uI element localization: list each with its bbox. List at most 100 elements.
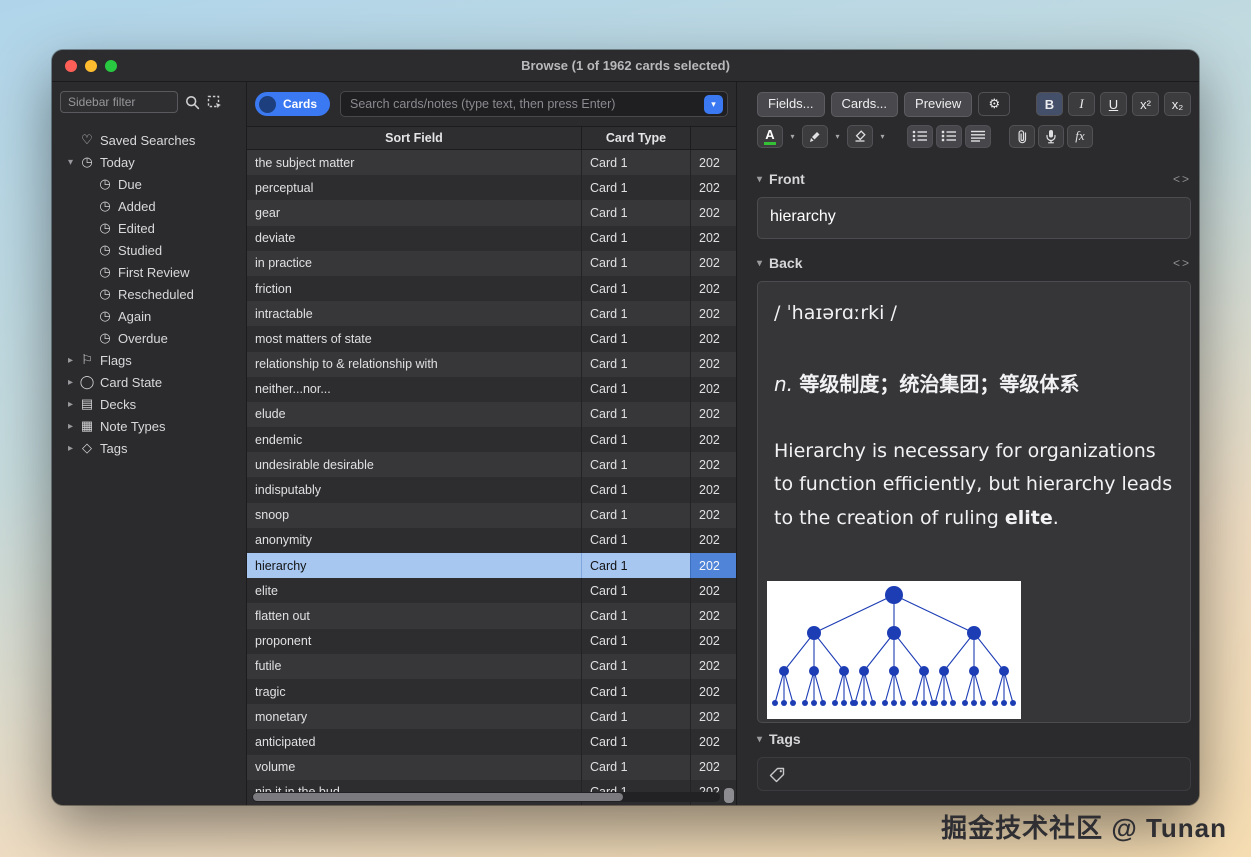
front-field-header[interactable]: ▾ Front <> — [757, 169, 1191, 189]
html-editor-toggle-icon[interactable]: <> — [1173, 172, 1191, 186]
back-field-header[interactable]: ▾ Back <> — [757, 253, 1191, 273]
card-row[interactable]: deviateCard 1202 — [247, 226, 736, 251]
sidebar-item-flags[interactable]: ▸⚐Flags — [52, 349, 246, 371]
card-row[interactable]: undesirable desirableCard 1202 — [247, 452, 736, 477]
cards-notes-toggle[interactable]: Cards — [255, 92, 330, 116]
card-row[interactable]: endemicCard 1202 — [247, 427, 736, 452]
card-row[interactable]: monetaryCard 1202 — [247, 704, 736, 729]
clock-icon: ◷ — [95, 220, 115, 236]
zoom-button[interactable] — [105, 60, 117, 72]
card-row[interactable]: anonymityCard 1202 — [247, 528, 736, 553]
sidebar-item-decks[interactable]: ▸▤Decks — [52, 393, 246, 415]
sidebar-item-rescheduled[interactable]: ◷Rescheduled — [52, 283, 246, 305]
close-button[interactable] — [65, 60, 77, 72]
tags-input[interactable] — [757, 757, 1191, 791]
sidebar-item-edited[interactable]: ◷Edited — [52, 217, 246, 239]
remove-formatting-dropdown[interactable]: ▾ — [876, 125, 889, 148]
sidebar-item-studied[interactable]: ◷Studied — [52, 239, 246, 261]
card-row[interactable]: in practiceCard 1202 — [247, 251, 736, 276]
alignment-button[interactable] — [965, 125, 991, 148]
column-header-date[interactable] — [690, 127, 736, 149]
highlight-dropdown[interactable]: ▾ — [831, 125, 844, 148]
chevron-right-icon[interactable]: ▸ — [64, 377, 77, 388]
attachment-button[interactable] — [1009, 125, 1035, 148]
sidebar-item-card-state[interactable]: ▸◯Card State — [52, 371, 246, 393]
ordered-list-button[interactable] — [936, 125, 962, 148]
fields-button[interactable]: Fields... — [757, 92, 825, 117]
editor-settings-button[interactable]: ⚙ — [978, 92, 1010, 116]
chevron-down-icon[interactable]: ▾ — [64, 157, 77, 168]
sidebar-item-saved-searches[interactable]: ♡Saved Searches — [52, 129, 246, 151]
sidebar-item-note-types[interactable]: ▸▦Note Types — [52, 415, 246, 437]
card-type-cell: Card 1 — [581, 654, 690, 679]
sidebar-item-overdue[interactable]: ◷Overdue — [52, 327, 246, 349]
card-type-cell: Card 1 — [581, 729, 690, 754]
minimize-button[interactable] — [85, 60, 97, 72]
clock-icon: ◷ — [95, 176, 115, 192]
cards-button[interactable]: Cards... — [831, 92, 899, 117]
sidebar-item-tags[interactable]: ▸◇Tags — [52, 437, 246, 459]
card-row[interactable]: eludeCard 1202 — [247, 402, 736, 427]
card-row[interactable]: volumeCard 1202 — [247, 755, 736, 780]
preview-button[interactable]: Preview — [904, 92, 972, 117]
date-cell: 202 — [690, 226, 736, 251]
horizontal-scrollbar[interactable] — [252, 792, 720, 802]
clock-icon: ◷ — [77, 154, 97, 170]
card-row[interactable]: indisputablyCard 1202 — [247, 477, 736, 502]
column-header-card-type[interactable]: Card Type — [581, 127, 690, 149]
record-audio-button[interactable] — [1038, 125, 1064, 148]
date-cell: 202 — [690, 352, 736, 377]
sidebar-item-added[interactable]: ◷Added — [52, 195, 246, 217]
text-color-button[interactable]: A — [757, 125, 783, 148]
superscript-button[interactable]: x² — [1132, 92, 1159, 116]
horizontal-scrollbar-thumb[interactable] — [253, 793, 623, 801]
card-row[interactable]: proponentCard 1202 — [247, 629, 736, 654]
subscript-button[interactable]: x₂ — [1164, 92, 1191, 116]
chevron-right-icon[interactable]: ▸ — [64, 443, 77, 454]
sidebar-item-again[interactable]: ◷Again — [52, 305, 246, 327]
card-row[interactable]: hierarchyCard 1202 — [247, 553, 736, 578]
sidebar-item-due[interactable]: ◷Due — [52, 173, 246, 195]
sidebar-item-first-review[interactable]: ◷First Review — [52, 261, 246, 283]
remove-formatting-button[interactable] — [847, 125, 873, 148]
sidebar-item-today[interactable]: ▾◷Today — [52, 151, 246, 173]
unordered-list-button[interactable] — [907, 125, 933, 148]
card-row[interactable]: futileCard 1202 — [247, 654, 736, 679]
column-header-sort-field[interactable]: Sort Field — [247, 127, 581, 149]
front-field-input[interactable]: hierarchy — [757, 197, 1191, 239]
card-row[interactable]: snoopCard 1202 — [247, 503, 736, 528]
titlebar[interactable]: Browse (1 of 1962 cards selected) — [52, 50, 1199, 82]
card-row[interactable]: relationship to & relationship withCard … — [247, 352, 736, 377]
highlight-button[interactable] — [802, 125, 828, 148]
card-row[interactable]: flatten outCard 1202 — [247, 603, 736, 628]
bold-button[interactable]: B — [1036, 92, 1063, 116]
tags-header[interactable]: ▾ Tags — [757, 729, 1191, 749]
search-input[interactable] — [350, 97, 704, 111]
card-row[interactable]: the subject matterCard 1202 — [247, 150, 736, 175]
underline-button[interactable]: U — [1100, 92, 1127, 116]
card-row[interactable]: eliteCard 1202 — [247, 578, 736, 603]
card-row[interactable]: frictionCard 1202 — [247, 276, 736, 301]
card-row[interactable]: perceptualCard 1202 — [247, 175, 736, 200]
card-row[interactable]: gearCard 1202 — [247, 200, 736, 225]
chevron-right-icon[interactable]: ▸ — [64, 421, 77, 432]
equation-button[interactable]: fx — [1067, 125, 1093, 148]
card-row[interactable]: tragicCard 1202 — [247, 679, 736, 704]
heart-icon: ♡ — [77, 132, 97, 148]
card-row[interactable]: most matters of stateCard 1202 — [247, 326, 736, 351]
selection-mode-icon[interactable] — [207, 95, 223, 110]
chevron-right-icon[interactable]: ▸ — [64, 399, 77, 410]
ordered-list-icon — [941, 130, 957, 142]
sentence-text: Hierarchy is necessary for organizations… — [774, 440, 1172, 529]
vertical-scrollbar-thumb-table[interactable] — [724, 788, 734, 803]
card-row[interactable]: neither...nor...Card 1202 — [247, 377, 736, 402]
italic-button[interactable]: I — [1068, 92, 1095, 116]
card-row[interactable]: anticipatedCard 1202 — [247, 729, 736, 754]
sidebar-filter-input[interactable] — [60, 91, 178, 113]
chevron-right-icon[interactable]: ▸ — [64, 355, 77, 366]
back-field-input[interactable]: / ˈhaɪərɑːrki / n. 等级制度；统治集团；等级体系 Hierar… — [757, 281, 1191, 723]
search-history-button[interactable]: ▾ — [704, 95, 723, 114]
text-color-dropdown[interactable]: ▾ — [786, 125, 799, 148]
card-row[interactable]: intractableCard 1202 — [247, 301, 736, 326]
html-editor-toggle-icon[interactable]: <> — [1173, 256, 1191, 270]
